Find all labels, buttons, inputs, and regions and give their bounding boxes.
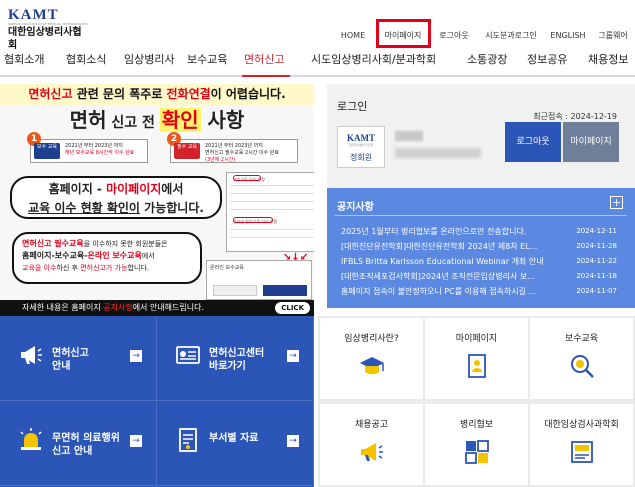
notice-item[interactable]: IFBLS Britta Karlsson Educational Webina… — [341, 255, 629, 268]
blurred-user-info — [395, 148, 481, 158]
online-training-screenshot: 온라인 보수교육 — [206, 260, 312, 300]
arrow-down-icon: ↘↓↙ — [283, 252, 309, 263]
login-heading: 로그인 — [337, 100, 368, 113]
main-nav: 협회소개 협회소식 임상병리사 보수교육 면허신고 시도임상병리사회/분과학회 … — [0, 52, 635, 68]
util-branch-login-link[interactable]: 시도분과로그인 — [477, 29, 545, 43]
grid-layout-icon — [465, 440, 489, 464]
nav-news[interactable]: 협회소식 — [66, 52, 106, 68]
click-badge[interactable]: CLICK — [275, 302, 310, 314]
quick-menu-grid: 임상병리사란? 마이페이지 보수교육 채용공고 병리협보 대한임상검사과학회 — [318, 316, 635, 487]
banner-headline: 면허신고 관련 문의 폭주로 전화연결이 어렵습니다. — [0, 84, 314, 105]
banner-footer: 자세한 내용은 홈페이지 공지사항에서 안내해드립니다. CLICK — [0, 300, 314, 316]
siren-icon — [20, 428, 42, 450]
nav-info[interactable]: 정보공유 — [527, 52, 567, 68]
quick-education[interactable]: 보수교육 — [530, 318, 633, 399]
megaphone-icon — [21, 346, 42, 364]
logo-mark: KAMT — [8, 7, 59, 23]
tile-department-docs[interactable]: 부서별 자료 → — [157, 401, 314, 486]
nav-technologist[interactable]: 임상병리사 — [124, 52, 175, 68]
blurred-user-name — [395, 131, 423, 141]
arrow-right-icon: → — [287, 435, 299, 447]
tile-license-center[interactable]: 면허신고센터 바로가기 → — [157, 316, 314, 401]
license-notice-banner[interactable]: 면허신고 관련 문의 폭주로 전화연결이 어렵습니다. 면허 신고 전 확인 사… — [0, 84, 314, 316]
page: KAMT KOREAN ASSOCIATION OF MEDICAL TECHN… — [0, 0, 635, 487]
arrow-right-icon: → — [130, 350, 142, 362]
last-access: 최근접속 : 2024-12-19 — [533, 112, 617, 121]
online-training-hint-bubble: 면허신고 필수교육을 이수하지 못한 회원분들은 홈페이지-보수교육-온라인 보… — [12, 232, 202, 284]
step-2-required-training: 2 필수 교육 2021년 부터 2023년 까지 면허신고 필수교육 2시간 … — [167, 132, 298, 163]
nav-branches[interactable]: 시도임상병리사회/분과학회 — [311, 52, 436, 68]
login-panel: 로그인 최근접속 : 2024-12-19 KAMT 대한임상병리사협회 정회원… — [327, 84, 635, 188]
member-card-org: 대한임상병리사협회 — [348, 143, 374, 147]
notice-item[interactable]: 2025년 1월부터 병리협보를 온라인으로만 전송합니다. 2024-12-11 — [341, 225, 629, 238]
active-nav-indicator — [242, 75, 290, 77]
license-tiles: 면허신고 안내 → 면허신고센터 바로가기 → 무면허 의료행위 신고 안내 → 부서… — [0, 316, 314, 487]
quick-mypage[interactable]: 마이페이지 — [425, 318, 528, 399]
notice-panel: 공지사항 + 2025년 1월부터 병리협보를 온라인으로만 전송합니다. 202… — [327, 188, 635, 308]
search-education-icon — [571, 355, 594, 378]
graduation-cap-icon — [360, 357, 384, 375]
arrow-right-icon: → — [287, 350, 299, 362]
site-logo[interactable]: KAMT KOREAN ASSOCIATION OF MEDICAL TECHN… — [8, 7, 88, 52]
megaphone-icon — [361, 443, 383, 461]
notice-more-button[interactable]: + — [610, 196, 623, 209]
quick-clinical-lab-society[interactable]: 대한임상검사과학회 — [530, 404, 633, 485]
nav-underline — [0, 75, 635, 77]
mypage-hint-bubble: 홈페이지 - 마이페이지에서 교육 이수 현황 확인이 가능합니다. — [10, 176, 222, 219]
tile-license-guide[interactable]: 면허신고 안내 → — [0, 316, 157, 401]
document-icon — [179, 428, 197, 452]
member-card: KAMT 대한임상병리사협회 정회원 — [337, 126, 385, 168]
util-logout-link[interactable]: 로그아웃 — [431, 29, 477, 43]
notice-item[interactable]: 홈페이지 접속이 불안정하오니 PC를 이용해 접속하시길 ... 2024-11… — [341, 285, 629, 298]
mypage-screenshot: 보수교육 이수 현황 온라인 필수교육 이수 현황 — [226, 172, 314, 252]
banner-title: 면허 신고 전 확인 사항 — [69, 108, 245, 132]
journal-icon — [571, 441, 593, 463]
mypage-button[interactable]: 마이페이지 — [563, 122, 619, 162]
site-name: 대한임상병리사협회 — [8, 27, 82, 51]
quick-what-is-technologist[interactable]: 임상병리사란? — [320, 318, 423, 399]
notice-item[interactable]: [대한조직세포검사학회]2024년 조직전문임상병리사 보... 2024-11-… — [341, 270, 629, 283]
quick-bulletin[interactable]: 병리협보 — [425, 404, 528, 485]
notice-item[interactable]: [대한진단유전학회]대한진단유전학회 2024년 제8차 EL... 2024-1… — [341, 240, 629, 253]
tile-unlicensed-report[interactable]: 무면허 의료행위 신고 안내 → — [0, 401, 157, 486]
util-english-link[interactable]: ENGLISH — [545, 29, 591, 43]
util-home-link[interactable]: HOME — [331, 29, 375, 43]
logout-button[interactable]: 로그아웃 — [505, 122, 561, 162]
profile-document-icon — [468, 354, 486, 378]
nav-about[interactable]: 협회소개 — [4, 52, 44, 68]
nav-license[interactable]: 면허신고 — [244, 52, 284, 68]
license-card-icon — [176, 346, 200, 364]
member-role: 정회원 — [349, 153, 373, 162]
nav-jobs[interactable]: 채용정보 — [588, 52, 628, 68]
arrow-right-icon: → — [130, 435, 142, 447]
notice-heading: 공지사항 — [337, 202, 374, 213]
highlight-box — [376, 19, 431, 48]
step-1-education: 1 보수 교육 2021년 부터 2023년 까지 해년 보수교육 8시간씩 이… — [27, 132, 148, 163]
notice-divider — [335, 215, 627, 216]
nav-education[interactable]: 보수교육 — [187, 52, 227, 68]
quick-job-posting[interactable]: 채용공고 — [320, 404, 423, 485]
nav-community[interactable]: 소통광장 — [467, 52, 507, 68]
util-groupware-link[interactable]: 그룹웨어 — [591, 29, 635, 43]
member-card-logo: KAMT — [347, 133, 375, 143]
